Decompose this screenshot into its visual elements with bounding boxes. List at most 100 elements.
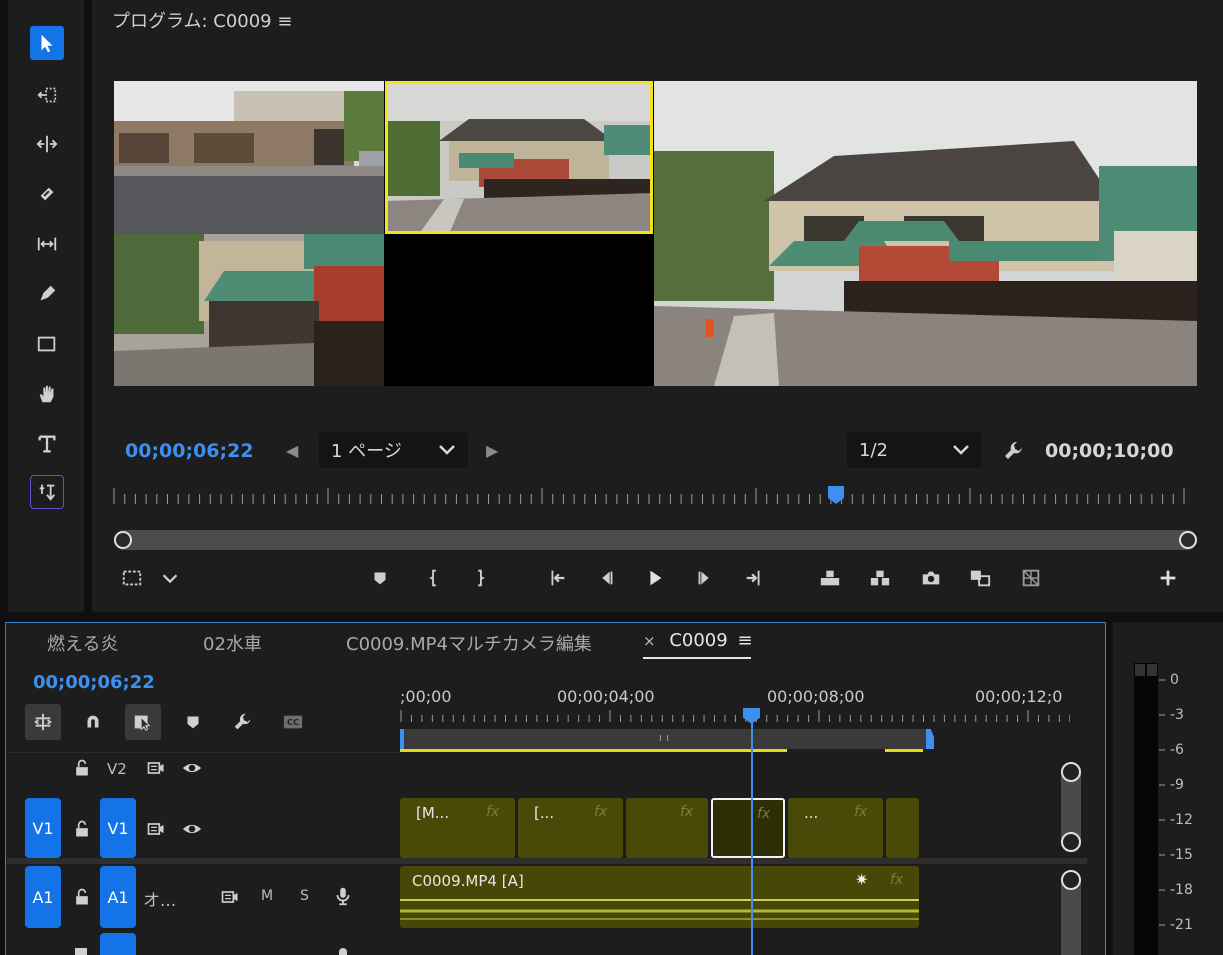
v1-clip-2[interactable]: [... fx: [518, 798, 623, 858]
a2-lock-icon[interactable]: [75, 948, 87, 955]
go-to-out-button[interactable]: [738, 562, 770, 594]
clip-indicator-right[interactable]: [1147, 664, 1157, 676]
zoom-scrollbar[interactable]: [114, 530, 1197, 550]
a1-solo-button[interactable]: S: [300, 888, 309, 904]
v1-visibility-toggle[interactable]: [181, 818, 203, 840]
export-frame-button[interactable]: [915, 562, 947, 594]
audio-scroll-top-handle[interactable]: [1061, 870, 1081, 890]
rectangle-tool[interactable]: [30, 327, 64, 361]
video-scroll-bottom-handle[interactable]: [1061, 832, 1081, 852]
step-forward-button[interactable]: [689, 562, 721, 594]
snap-button[interactable]: [75, 704, 111, 740]
add-marker-timeline-button[interactable]: [175, 704, 211, 740]
tab-sequence-1[interactable]: 燃える炎: [47, 630, 118, 656]
v1-source-patch[interactable]: V1: [25, 798, 61, 858]
linked-selection-button[interactable]: [125, 704, 161, 740]
lift-button[interactable]: [814, 562, 846, 594]
captions-button[interactable]: CC: [275, 704, 311, 740]
a1-voice-over-record-button[interactable]: [332, 885, 354, 907]
step-back-button[interactable]: [590, 562, 622, 594]
panel-menu-icon[interactable]: ≡: [737, 630, 752, 651]
a1-audio-clip[interactable]: C0009.MP4 [A] ✷ fx: [400, 866, 919, 928]
audio-tracks-scrollbar[interactable]: [1061, 870, 1081, 955]
program-monitor-title[interactable]: プログラム: C0009 ≡: [112, 7, 292, 33]
fx-badge[interactable]: fx: [854, 804, 867, 820]
video-tracks-scrollbar[interactable]: [1061, 762, 1081, 852]
safe-margins-button[interactable]: [116, 562, 148, 594]
settings-wrench-button[interactable]: [1002, 439, 1026, 463]
tab-sequence-2[interactable]: 02水車: [203, 630, 262, 656]
slip-tool[interactable]: [30, 227, 64, 261]
insert-nest-button[interactable]: [25, 704, 61, 740]
v1-track-target[interactable]: V1: [100, 798, 136, 858]
panel-menu-icon[interactable]: ≡: [277, 11, 292, 32]
extract-button[interactable]: [864, 562, 896, 594]
zoom-scrollbar-left-handle[interactable]: [114, 531, 132, 549]
video-scroll-top-handle[interactable]: [1061, 762, 1081, 782]
go-to-in-button[interactable]: [541, 562, 573, 594]
mark-in-button[interactable]: [418, 562, 450, 594]
work-area-grip-icon[interactable]: [660, 735, 668, 741]
hand-tool[interactable]: [30, 377, 64, 411]
previous-page-button[interactable]: ◀: [286, 441, 298, 460]
track-select-forward-tool[interactable]: [30, 78, 64, 112]
v1-lock-toggle[interactable]: [71, 818, 93, 840]
page-dropdown[interactable]: 1 ページ: [319, 432, 468, 468]
a1-track-target[interactable]: A1: [100, 866, 136, 928]
fx-badge[interactable]: fx: [486, 804, 499, 820]
timeline-playhead-line[interactable]: [751, 720, 753, 955]
playhead-timecode[interactable]: 00;00;06;22: [125, 440, 254, 462]
a2-track-target[interactable]: [100, 933, 136, 955]
button-editor-button[interactable]: [1152, 562, 1184, 594]
a1-source-patch[interactable]: A1: [25, 866, 61, 928]
v1-clip-5[interactable]: ... fx: [788, 798, 883, 858]
v2-visibility-toggle[interactable]: [181, 757, 203, 779]
play-button[interactable]: [639, 562, 671, 594]
v2-track-label[interactable]: V2: [107, 760, 127, 778]
fx-badge[interactable]: fx: [680, 804, 693, 820]
type-tool[interactable]: [30, 427, 64, 461]
v1-clip-4-selected[interactable]: fx: [711, 798, 785, 858]
a1-lock-toggle[interactable]: [71, 886, 93, 908]
ripple-edit-tool[interactable]: [30, 127, 64, 161]
v2-lock-toggle[interactable]: [71, 757, 93, 779]
v1-clip-3[interactable]: fx: [626, 798, 708, 858]
multicam-toggle-button[interactable]: [1015, 562, 1047, 594]
selection-tool[interactable]: [30, 26, 64, 60]
razor-tool[interactable]: [30, 177, 64, 211]
timeline-ruler-ticks[interactable]: [400, 710, 1070, 724]
multicam-video-frame[interactable]: [114, 81, 1197, 386]
v2-sync-lock-toggle[interactable]: [145, 757, 167, 779]
audio-meter-panel: [1113, 622, 1223, 955]
next-page-button[interactable]: ▶: [486, 441, 498, 460]
audio-clip-effect-icon[interactable]: ✷: [855, 870, 868, 889]
fx-badge[interactable]: fx: [757, 806, 770, 822]
a2-microphone-icon[interactable]: [339, 948, 347, 955]
v1-clip-1[interactable]: [M... fx: [400, 798, 515, 858]
a1-track-name[interactable]: オ...: [143, 886, 176, 911]
timeline-settings-button[interactable]: [225, 704, 261, 740]
work-area-start-handle[interactable]: [400, 729, 404, 749]
select-zoom-level-button[interactable]: [154, 562, 186, 594]
zoom-scrollbar-right-handle[interactable]: [1179, 531, 1197, 549]
timeline-playhead-timecode[interactable]: 00;00;06;22: [33, 672, 155, 693]
monitor-time-ruler[interactable]: [112, 484, 1192, 508]
active-tab-underline: [643, 657, 751, 659]
tab-sequence-active[interactable]: × C0009 ≡: [643, 630, 753, 651]
mark-out-button[interactable]: [464, 562, 496, 594]
tab-sequence-3[interactable]: C0009.MP4マルチカメラ編集: [346, 630, 592, 656]
a1-sync-lock-toggle[interactable]: [219, 886, 241, 908]
a1-mute-button[interactable]: M: [261, 888, 273, 904]
comparison-view-button[interactable]: [964, 562, 996, 594]
fx-badge[interactable]: fx: [594, 804, 607, 820]
add-marker-button[interactable]: [364, 562, 396, 594]
close-tab-button[interactable]: ×: [643, 632, 656, 650]
svg-text:CC: CC: [287, 717, 299, 727]
clip-indicator-left[interactable]: [1135, 664, 1145, 676]
playback-resolution-dropdown[interactable]: 1/2: [847, 432, 982, 468]
vertical-type-tool[interactable]: [30, 475, 64, 509]
v1-clip-6[interactable]: [886, 798, 919, 858]
v1-sync-lock-toggle[interactable]: [145, 818, 167, 840]
pen-tool[interactable]: [30, 277, 64, 311]
fx-badge[interactable]: fx: [890, 872, 903, 888]
